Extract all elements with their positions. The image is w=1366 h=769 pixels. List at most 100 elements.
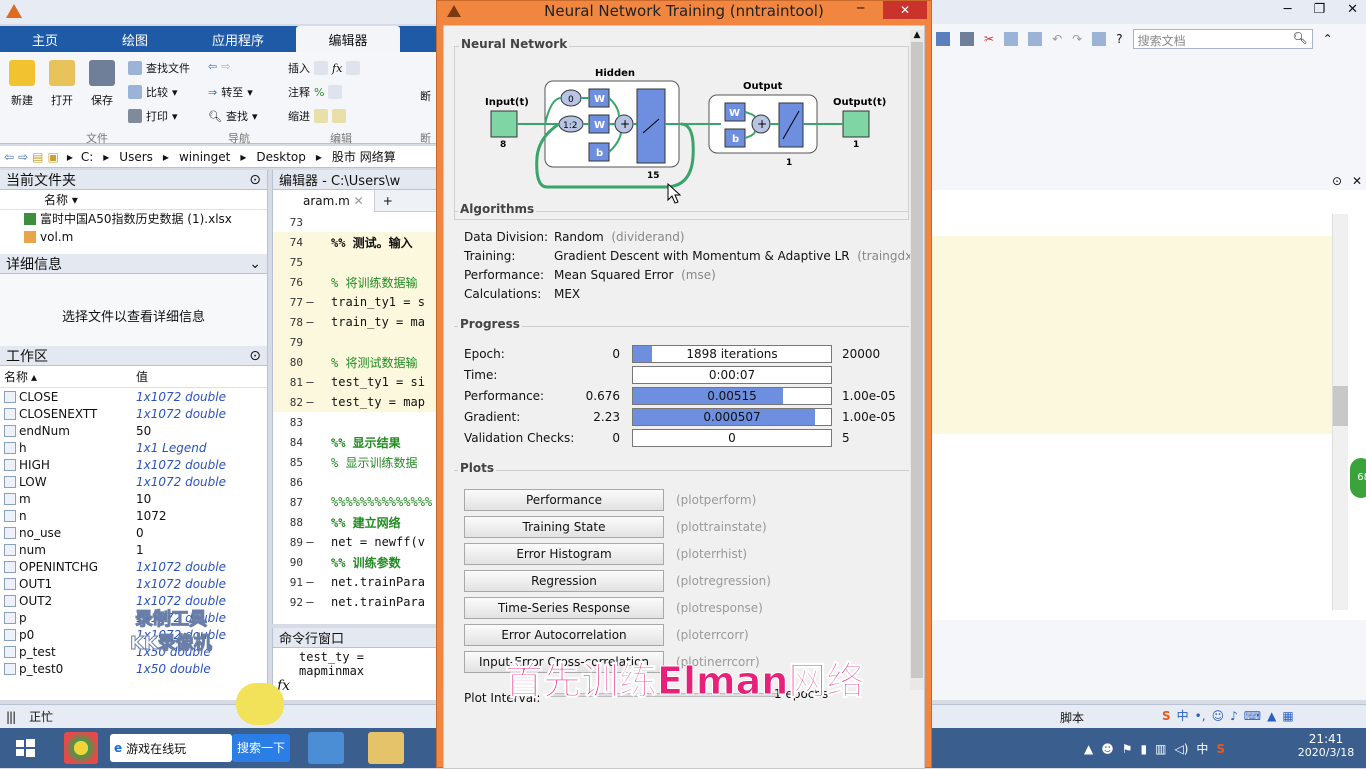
column-value[interactable]: 值 xyxy=(114,368,148,385)
table-row[interactable]: OPENINTCHG 1x1072 double xyxy=(0,558,267,575)
breadcrumb-desktop[interactable]: Desktop xyxy=(256,150,306,164)
code-line[interactable]: 88 %% 建立网络 xyxy=(273,512,436,532)
save-icon[interactable] xyxy=(960,32,974,46)
table-row[interactable]: OUT1 1x1072 double xyxy=(0,575,267,592)
punctuation-icon[interactable]: •, xyxy=(1195,709,1206,723)
code-line[interactable]: 75 xyxy=(273,252,436,272)
tab-home[interactable]: 主页 xyxy=(0,26,90,52)
code-line[interactable]: 89– net = newff(v xyxy=(273,532,436,552)
save-button[interactable]: 保存 xyxy=(82,60,122,108)
tab-apps[interactable]: 应用程序 xyxy=(180,26,296,52)
table-row[interactable]: HIGH 1x1072 double xyxy=(0,456,267,473)
code-line[interactable]: 78– train_ty = ma xyxy=(273,312,436,332)
plot-button[interactable]: Error Histogram xyxy=(464,543,664,565)
plot-button[interactable]: Training State xyxy=(464,516,664,538)
search-docs-input[interactable]: 搜索文档 🔍︎ xyxy=(1132,29,1313,49)
breadcrumb-drive[interactable]: C: xyxy=(81,150,93,164)
scrollbar-thumb[interactable] xyxy=(1333,386,1348,426)
column-header-name[interactable]: 名称 ▾ xyxy=(0,190,267,210)
code-line[interactable]: 81– test_ty1 = si xyxy=(273,372,436,392)
code-line[interactable]: 79 xyxy=(273,332,436,352)
pane-menu-icon[interactable]: ⊙ xyxy=(249,172,261,188)
minimize-button[interactable]: ─ xyxy=(1284,2,1292,17)
taskbar-app-icon[interactable] xyxy=(64,732,98,764)
table-row[interactable]: LOW 1x1072 double xyxy=(0,473,267,490)
clock[interactable]: 21:41 2020/3/18 xyxy=(1296,732,1356,759)
comment-button[interactable]: 注释% xyxy=(288,84,343,100)
tab-plots[interactable]: 绘图 xyxy=(90,26,180,52)
new-tab-button[interactable]: + xyxy=(375,194,401,208)
copy-icon[interactable] xyxy=(1004,32,1019,46)
taskbar-explorer-icon[interactable] xyxy=(368,732,404,764)
tray-expand-icon[interactable]: ▲ xyxy=(1084,742,1093,756)
browser-search-box[interactable]: e 游戏在线玩 xyxy=(110,734,232,762)
code-line[interactable]: 84 %% 显示结果 xyxy=(273,432,436,452)
taskbar-bird-icon[interactable] xyxy=(308,732,344,764)
help-icon[interactable]: ? xyxy=(1116,32,1122,46)
back-icon[interactable]: ⇦ xyxy=(4,150,14,164)
editor-close-icon[interactable]: ✕ xyxy=(1352,174,1362,188)
maximize-button[interactable]: ❐ xyxy=(1313,2,1325,17)
code-line[interactable]: 73 xyxy=(273,212,436,232)
code-line[interactable]: 74 %% 测试。输入 xyxy=(273,232,436,252)
plot-button[interactable]: Time-Series Response xyxy=(464,597,664,619)
pane-menu-icon[interactable]: ⊙ xyxy=(249,348,261,364)
print-button[interactable]: 打印 ▾ xyxy=(128,108,178,124)
table-row[interactable]: p_test0 1x50 double xyxy=(0,660,267,677)
paste-icon[interactable] xyxy=(1028,32,1043,46)
tray-user-icon[interactable]: ☻ xyxy=(1101,742,1114,756)
breakpoint-button[interactable]: 断 xyxy=(420,88,431,104)
ime-mode[interactable]: 中 xyxy=(1177,707,1189,724)
emoji-icon[interactable]: ☺ xyxy=(1212,709,1225,723)
plot-button[interactable]: Performance xyxy=(464,489,664,511)
keyboard-icon[interactable]: ⌨ xyxy=(1244,709,1261,723)
search-icon[interactable]: 🔍︎ xyxy=(1292,31,1307,45)
tab-editor[interactable]: 编辑器 xyxy=(296,26,400,52)
fx-prompt-icon[interactable]: fx xyxy=(273,678,436,694)
code-line[interactable]: 92– net.trainPara xyxy=(273,592,436,612)
code-line[interactable]: 82– test_ty = map xyxy=(273,392,436,412)
up-folder-icon[interactable]: ▤ xyxy=(32,150,43,164)
table-row[interactable]: h 1x1 Legend xyxy=(0,439,267,456)
nn-scrollbar-thumb[interactable] xyxy=(911,42,923,678)
table-row[interactable]: m 10 xyxy=(0,490,267,507)
back-forward-buttons[interactable]: ⇦ ⇨ xyxy=(208,60,230,73)
plot-button[interactable]: Error Autocorrelation xyxy=(464,624,664,646)
find-button[interactable]: 🔍︎ 查找 ▾ xyxy=(208,108,258,124)
editor-file-tab[interactable]: aram.m ✕ xyxy=(273,189,375,212)
table-row[interactable]: no_use 0 xyxy=(0,524,267,541)
collapse-icon[interactable]: ⌄ xyxy=(249,256,261,272)
table-row[interactable]: CLOSE 1x1072 double xyxy=(0,388,267,405)
nn-minimize-button[interactable]: ─ xyxy=(857,1,864,15)
code-line[interactable]: 85 % 显示训练数据 xyxy=(273,452,436,472)
tray-volume-icon[interactable]: ◁) xyxy=(1174,742,1188,756)
code-line[interactable]: 87%%%%%%%%%%%%%% xyxy=(273,492,436,512)
vertical-scrollbar[interactable] xyxy=(1332,214,1348,610)
floating-badge[interactable]: 68 xyxy=(1350,458,1366,498)
close-button[interactable]: ✕ xyxy=(1347,2,1358,17)
code-area[interactable]: 73 74%% 测试。输入 75 76% 将训练数据输 77– train_ty1 = s… xyxy=(273,212,436,612)
code-line[interactable]: 76 % 将训练数据输 xyxy=(273,272,436,292)
code-line[interactable]: 91– net.trainPara xyxy=(273,572,436,592)
code-line[interactable]: 77– train_ty1 = s xyxy=(273,292,436,312)
code-line[interactable]: 86 xyxy=(273,472,436,492)
code-line[interactable]: 80 % 将测试数据输 xyxy=(273,352,436,372)
browse-folder-icon[interactable]: ▣ xyxy=(47,150,58,164)
tray-network-icon[interactable]: ▥ xyxy=(1155,742,1166,756)
cut-icon[interactable]: ✂ xyxy=(984,32,994,46)
insert-button[interactable]: 插入 fx xyxy=(288,60,361,76)
goto-button[interactable]: ⇒ 转至 ▾ xyxy=(208,84,253,100)
tools-icon[interactable]: ▦ xyxy=(1282,709,1293,723)
tray-flag-icon[interactable]: ⚑ xyxy=(1122,742,1133,756)
tray-battery-icon[interactable]: ▮ xyxy=(1141,742,1148,756)
skin-icon[interactable]: ▲ xyxy=(1267,709,1276,723)
list-item[interactable]: 富时中国A50指数历史数据 (1).xlsx xyxy=(0,210,267,228)
plot-button[interactable]: Regression xyxy=(464,570,664,592)
tray-sogou-icon[interactable]: S xyxy=(1216,742,1225,756)
redo-icon[interactable]: ↷ xyxy=(1072,32,1082,46)
indent-button[interactable]: 缩进 xyxy=(288,108,346,124)
breadcrumb-users[interactable]: Users xyxy=(119,150,153,164)
voice-icon[interactable]: ♪ xyxy=(1230,709,1238,723)
forward-icon[interactable]: ⇨ xyxy=(18,150,28,164)
code-line[interactable]: 90 %% 训练参数 xyxy=(273,552,436,572)
